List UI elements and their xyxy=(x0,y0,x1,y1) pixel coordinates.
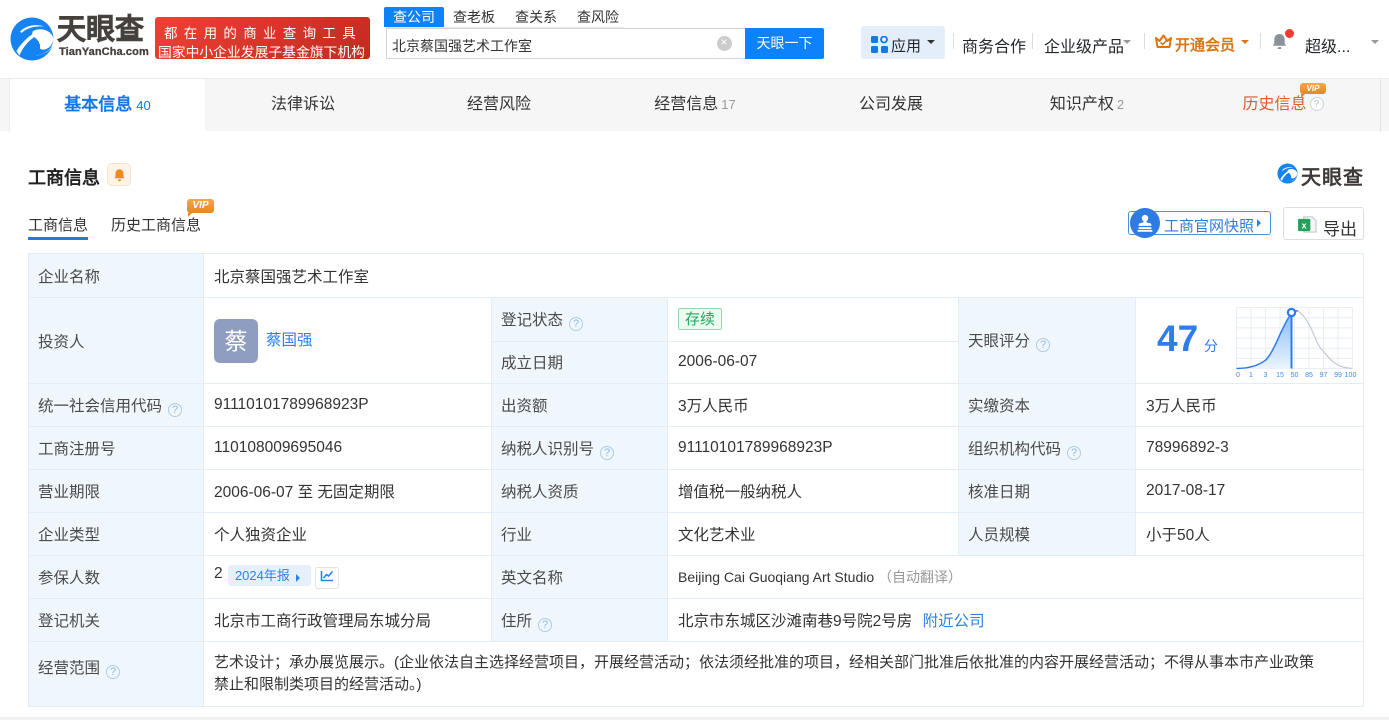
svg-text:0: 0 xyxy=(1236,372,1240,379)
svg-text:x: x xyxy=(1302,220,1307,230)
svg-text:100: 100 xyxy=(1345,372,1357,379)
svg-text:50: 50 xyxy=(1291,372,1299,379)
svg-text:1: 1 xyxy=(1249,372,1253,379)
svg-text:99: 99 xyxy=(1334,372,1342,379)
svg-text:3: 3 xyxy=(1264,372,1268,379)
svg-text:97: 97 xyxy=(1320,372,1328,379)
svg-text:85: 85 xyxy=(1305,372,1313,379)
svg-text:15: 15 xyxy=(1276,372,1284,379)
